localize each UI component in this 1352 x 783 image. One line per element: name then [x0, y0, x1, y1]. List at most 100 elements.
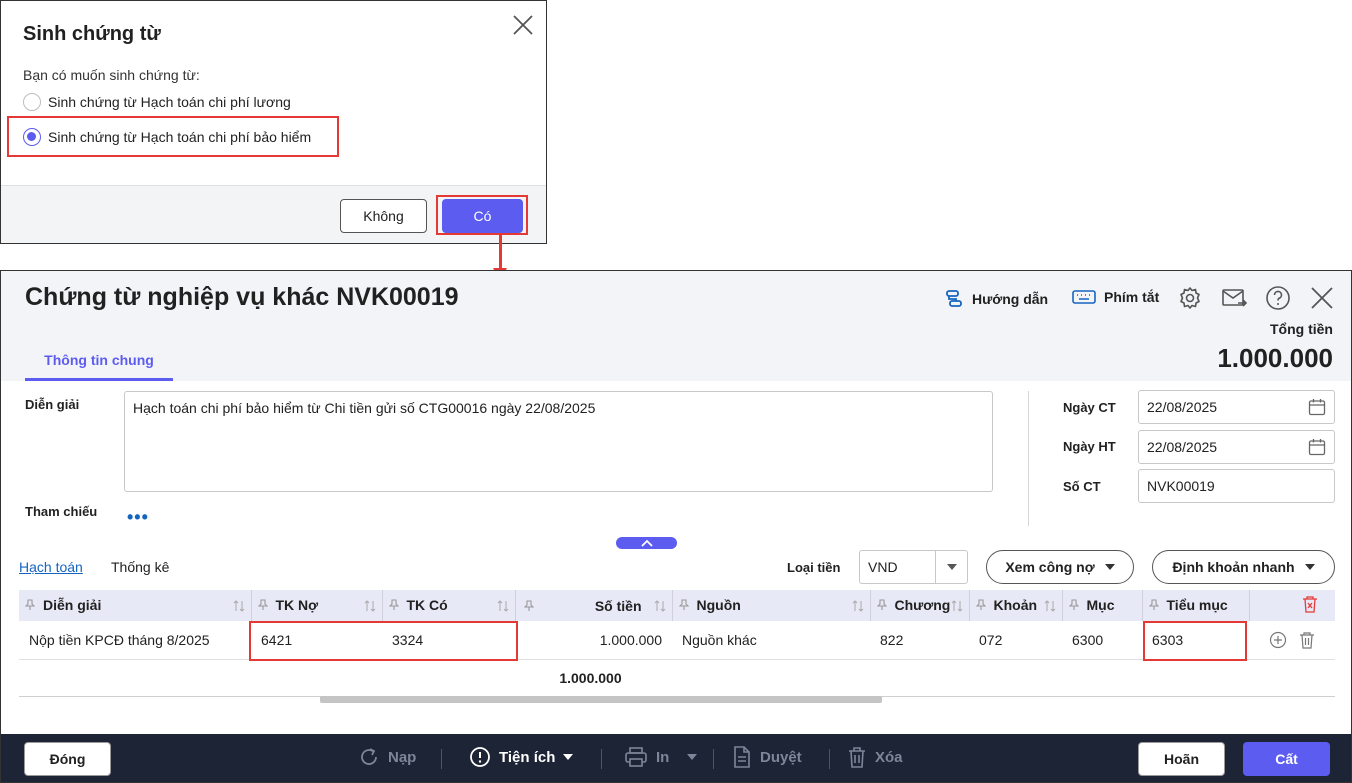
- pin-icon[interactable]: [257, 598, 268, 614]
- so-ct-value: NVK00019: [1147, 478, 1215, 494]
- col-header-tieu-muc[interactable]: Tiểu mục: [1142, 590, 1250, 621]
- so-ct-input[interactable]: NVK00019: [1138, 469, 1335, 503]
- quick-entry-button[interactable]: Định khoản nhanh: [1152, 550, 1335, 584]
- delete-label: Xóa: [875, 748, 903, 766]
- guide-icon: [946, 290, 962, 307]
- accounting-grid: Diễn giải TK Nợ TK Có Số tiền Nguồn Chươ…: [19, 590, 1335, 697]
- ngay-ct-label: Ngày CT: [1063, 400, 1116, 415]
- add-row-icon[interactable]: [1269, 631, 1287, 649]
- close-icon[interactable]: [1309, 285, 1335, 311]
- col-header-tk-co[interactable]: TK Có: [382, 590, 516, 621]
- gear-icon[interactable]: [1177, 285, 1203, 311]
- info-icon: [470, 747, 490, 767]
- view-debt-label: Xem công nợ: [1005, 559, 1095, 575]
- cell-tk-no[interactable]: 6421: [251, 621, 382, 660]
- total-label: Tổng tiền: [1270, 321, 1333, 337]
- pin-icon[interactable]: [876, 598, 887, 614]
- radio-option-label: Sinh chứng từ Hạch toán chi phí bảo hiểm: [48, 129, 312, 145]
- currency-label: Loại tiền: [787, 560, 841, 575]
- col-header-tk-no[interactable]: TK Nợ: [251, 590, 383, 621]
- col-header-muc[interactable]: Mục: [1062, 590, 1143, 621]
- close-icon[interactable]: [511, 13, 535, 37]
- yes-button[interactable]: Có: [442, 199, 523, 233]
- table-row[interactable]: Nộp tiền KPCĐ tháng 8/2025 6421 3324 1.0…: [19, 621, 1335, 660]
- help-icon[interactable]: [1265, 285, 1291, 311]
- currency-select[interactable]: VND: [859, 550, 968, 584]
- printer-icon: [625, 747, 647, 767]
- more-options-icon[interactable]: •••: [127, 507, 149, 528]
- caret-down-icon[interactable]: [935, 551, 967, 583]
- approve-label: Duyệt: [760, 748, 802, 766]
- shortcut-label: Phím tắt: [1104, 289, 1160, 305]
- mail-send-icon[interactable]: [1221, 285, 1247, 311]
- radio-option-salary[interactable]: Sinh chứng từ Hạch toán chi phí lương: [23, 93, 291, 111]
- col-header-nguon[interactable]: Nguồn: [672, 590, 871, 621]
- cell-tk-co[interactable]: 3324: [382, 621, 515, 660]
- tab-hach-toan[interactable]: Hạch toán: [19, 559, 83, 575]
- sort-icon[interactable]: [654, 599, 666, 615]
- trash-icon[interactable]: [1299, 631, 1315, 649]
- col-label: Nguồn: [696, 596, 741, 613]
- col-label: Khoản: [993, 596, 1038, 613]
- delete-all-icon[interactable]: [1302, 595, 1318, 613]
- close-button[interactable]: Đóng: [24, 742, 111, 776]
- save-button[interactable]: Cất: [1243, 742, 1330, 776]
- sort-icon[interactable]: [497, 599, 509, 615]
- shortcut-link[interactable]: Phím tắt: [1072, 289, 1159, 305]
- cell-so-tien[interactable]: 1.000.000: [515, 621, 672, 660]
- tab-thong-ke[interactable]: Thống kê: [111, 559, 169, 575]
- guide-link[interactable]: Hướng dẫn: [944, 289, 1048, 309]
- col-header-khoan[interactable]: Khoản: [969, 590, 1063, 621]
- sort-icon[interactable]: [233, 599, 245, 615]
- cell-tieu-muc[interactable]: 6303: [1142, 621, 1249, 660]
- cell-nguon[interactable]: Nguồn khác: [672, 621, 870, 660]
- calendar-icon[interactable]: [1308, 438, 1326, 456]
- calendar-icon[interactable]: [1308, 398, 1326, 416]
- dien-giai-textarea[interactable]: Hạch toán chi phí bảo hiểm từ Chi tiền g…: [124, 391, 993, 492]
- view-debt-button[interactable]: Xem công nợ: [986, 550, 1134, 584]
- sort-icon[interactable]: [1044, 599, 1056, 615]
- dialog-question: Bạn có muốn sinh chứng từ:: [23, 67, 200, 83]
- pin-icon[interactable]: [678, 598, 689, 614]
- horizontal-scrollbar[interactable]: [320, 696, 882, 703]
- collapse-button[interactable]: [616, 537, 677, 549]
- col-header-so-tien[interactable]: Số tiền: [515, 590, 673, 621]
- ngay-ct-input[interactable]: 22/08/2025: [1138, 390, 1335, 424]
- cell-dien-giai[interactable]: Nộp tiền KPCĐ tháng 8/2025: [19, 621, 251, 660]
- reload-button[interactable]: Nạp: [358, 746, 416, 768]
- delete-button[interactable]: Xóa: [847, 746, 903, 768]
- pin-icon[interactable]: [523, 599, 534, 615]
- radio-button-checked[interactable]: [23, 128, 41, 146]
- pin-icon[interactable]: [1148, 598, 1159, 614]
- tab-general-info[interactable]: Thông tin chung: [25, 341, 173, 381]
- cell-row-actions: [1249, 621, 1335, 660]
- no-button[interactable]: Không: [340, 199, 427, 233]
- utilities-button[interactable]: Tiện ích: [469, 746, 574, 768]
- pin-icon[interactable]: [24, 598, 36, 614]
- col-header-dien-giai[interactable]: Diễn giải: [19, 590, 252, 621]
- ngay-ht-input[interactable]: 22/08/2025: [1138, 430, 1335, 464]
- pin-icon[interactable]: [975, 598, 986, 614]
- total-value: 1.000.000: [1217, 343, 1333, 373]
- col-label: TK Nợ: [275, 596, 319, 613]
- pin-icon[interactable]: [1068, 598, 1079, 614]
- approve-button[interactable]: Duyệt: [732, 746, 802, 768]
- tham-chieu-label: Tham chiếu: [25, 504, 98, 519]
- caret-down-icon: [687, 754, 698, 760]
- print-button[interactable]: In: [624, 746, 698, 768]
- cell-muc[interactable]: 6300: [1062, 621, 1142, 660]
- undo-button[interactable]: Hoãn: [1138, 742, 1225, 776]
- caret-down-icon: [1104, 564, 1115, 570]
- radio-option-insurance[interactable]: Sinh chứng từ Hạch toán chi phí bảo hiểm: [23, 128, 311, 146]
- pin-icon[interactable]: [388, 598, 399, 614]
- col-header-actions: [1249, 590, 1335, 621]
- sort-icon[interactable]: [364, 599, 376, 615]
- sort-icon[interactable]: [852, 599, 864, 615]
- sort-icon[interactable]: [951, 599, 963, 615]
- cell-khoan[interactable]: 072: [969, 621, 1062, 660]
- window-header: Chứng từ nghiệp vụ khác NVK00019 Hướng d…: [1, 271, 1351, 381]
- col-label: Số tiền: [594, 597, 642, 614]
- cell-chuong[interactable]: 822: [870, 621, 969, 660]
- radio-button[interactable]: [23, 93, 41, 111]
- col-header-chuong[interactable]: Chương: [870, 590, 970, 621]
